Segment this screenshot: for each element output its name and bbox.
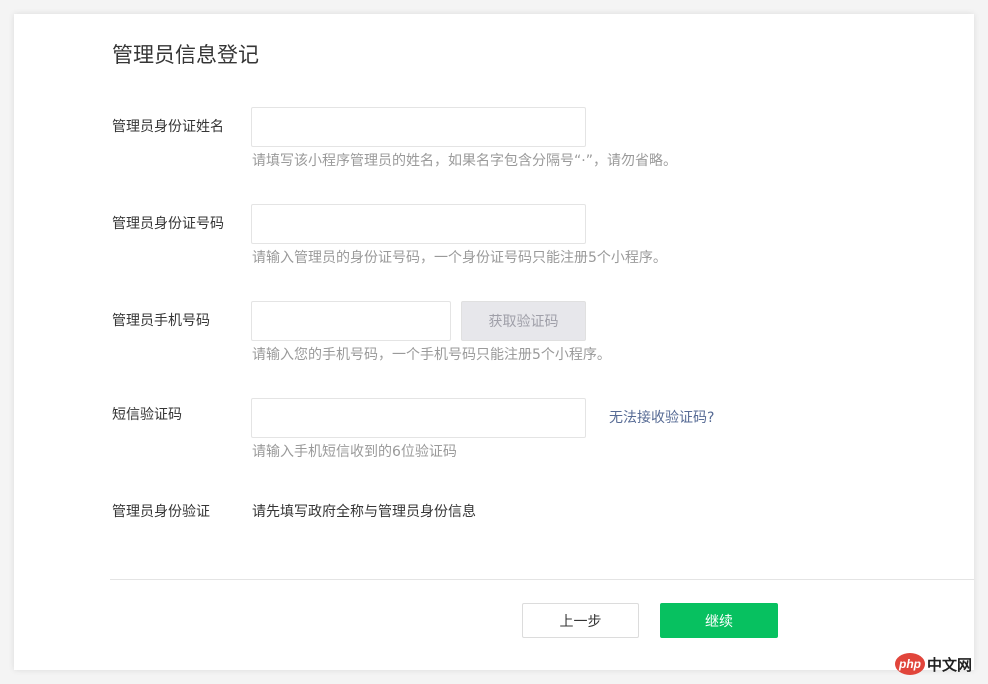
back-button[interactable]: 上一步	[522, 603, 639, 638]
sms-code-label: 短信验证码	[112, 407, 182, 423]
page-title: 管理员信息登记	[112, 43, 259, 67]
continue-button[interactable]: 继续	[660, 603, 778, 638]
footer-divider	[110, 579, 974, 580]
phone-hint: 请输入您的手机号码，一个手机号码只能注册5个小程序。	[252, 347, 611, 363]
registration-card: 管理员信息登记 管理员身份证姓名 请填写该小程序管理员的姓名，如果名字包含分隔号…	[14, 14, 974, 670]
id-number-label: 管理员身份证号码	[112, 216, 224, 232]
site-watermark: php 中文网	[895, 652, 972, 676]
cannot-receive-code-link[interactable]: 无法接收验证码?	[609, 408, 714, 428]
id-number-input[interactable]	[251, 204, 586, 244]
name-label: 管理员身份证姓名	[112, 119, 224, 135]
id-number-hint: 请输入管理员的身份证号码，一个身份证号码只能注册5个小程序。	[252, 250, 667, 266]
identity-verify-label: 管理员身份验证	[112, 504, 210, 520]
php-logo-icon: php	[895, 653, 925, 675]
identity-verify-value: 请先填写政府全称与管理员身份信息	[252, 504, 476, 520]
name-input[interactable]	[251, 107, 586, 147]
sms-code-input[interactable]	[251, 398, 586, 438]
watermark-site-text: 中文网	[927, 656, 973, 674]
phone-label: 管理员手机号码	[112, 313, 210, 329]
phone-input[interactable]	[251, 301, 451, 341]
sms-code-hint: 请输入手机短信收到的6位验证码	[252, 444, 457, 460]
name-hint: 请填写该小程序管理员的姓名，如果名字包含分隔号“·”，请勿省略。	[252, 153, 677, 169]
get-code-button[interactable]: 获取验证码	[461, 301, 586, 341]
